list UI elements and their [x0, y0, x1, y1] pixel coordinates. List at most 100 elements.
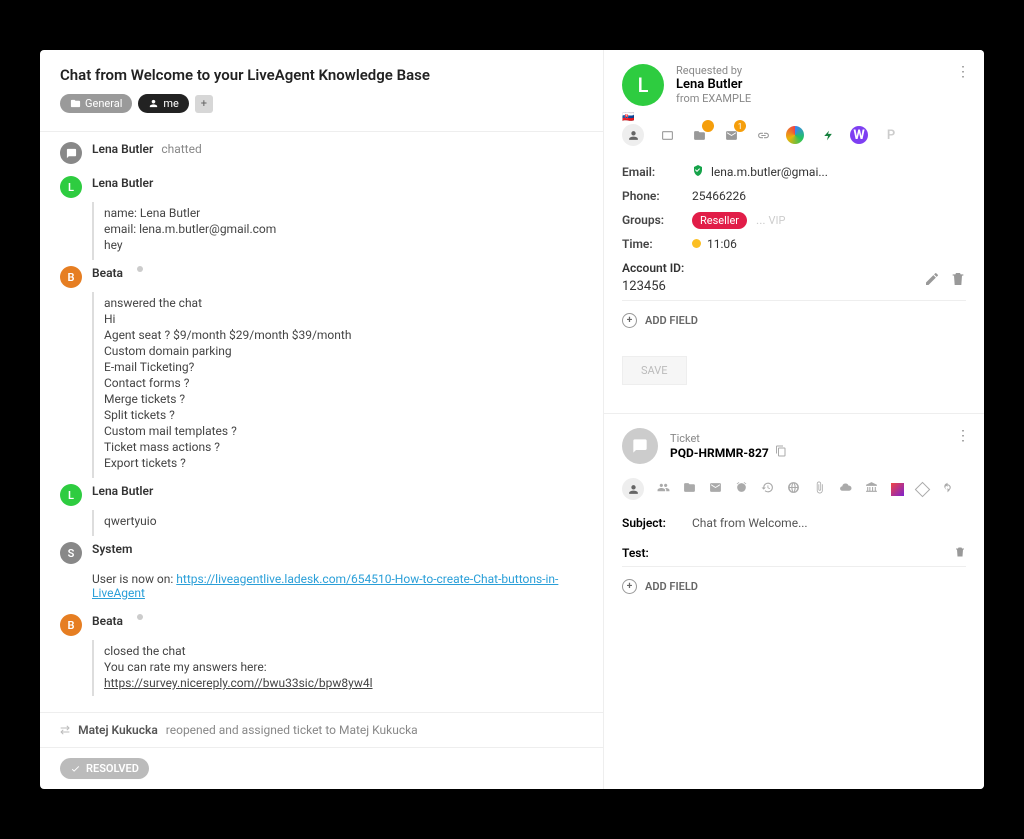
chat-icon [632, 438, 648, 454]
requester-from: from EXAMPLE [676, 92, 751, 105]
message-line: Custom domain parking [104, 344, 583, 358]
avatar-beata: B [60, 614, 82, 636]
system-line: User is now on: https://liveagentlive.la… [92, 572, 583, 600]
account-field: Account ID: 123456 [622, 261, 966, 301]
groups-label: Groups: [622, 213, 692, 227]
shopify-icon[interactable] [818, 126, 836, 144]
tag-me[interactable]: me [138, 94, 188, 113]
phone-value: 25466226 [692, 189, 966, 203]
add-field-button[interactable]: + ADD FIELD [622, 579, 966, 594]
mail-icon[interactable] [709, 481, 722, 498]
group-vip-pill[interactable]: VIP [769, 214, 786, 227]
plus-circle-icon: + [622, 313, 637, 328]
conversation-header: Chat from Welcome to your LiveAgent Know… [40, 50, 603, 125]
message-body: name: Lena Butler email: lena.m.butler@g… [92, 202, 583, 260]
message-body: answered the chat Hi Agent seat ? $9/mon… [92, 292, 583, 478]
message-line: name: Lena Butler [104, 206, 583, 220]
refresh-icon[interactable] [941, 481, 954, 498]
folder-badge-icon[interactable] [690, 126, 708, 144]
folder-icon[interactable] [683, 481, 696, 498]
tag-row: General me + [60, 94, 583, 113]
save-button[interactable]: SAVE [622, 356, 687, 385]
globe-icon[interactable] [787, 481, 800, 498]
test-field: Test: [622, 546, 966, 567]
activity-footer: ⇄ Matej Kukucka reopened and assigned ti… [40, 712, 603, 748]
copy-icon[interactable] [775, 445, 787, 460]
tag-general[interactable]: General [60, 94, 132, 113]
verified-icon [692, 164, 704, 176]
person-icon[interactable] [622, 478, 644, 500]
conversation-body: Lena Butler chatted L Lena Butler name: … [40, 132, 603, 712]
requester-row: L 🇸🇰 Requested by Lena Butler from EXAMP… [622, 64, 966, 106]
flag-icon: 🇸🇰 [622, 112, 634, 123]
mail-badge-icon[interactable]: 1 [722, 126, 740, 144]
message-line: hey [104, 238, 583, 252]
time-dot-icon [692, 239, 701, 248]
message-line: Ticket mass actions ? [104, 440, 583, 454]
phone-label: Phone: [622, 189, 692, 203]
add-field-label: ADD FIELD [645, 314, 698, 327]
chat-icon [66, 148, 77, 159]
message-row: L Lena Butler [60, 176, 583, 198]
color-square-icon[interactable] [891, 483, 904, 496]
alarm-icon[interactable] [735, 481, 748, 498]
more-menu-icon[interactable]: ⋮ [956, 428, 970, 444]
brand-circle-icon[interactable] [786, 126, 804, 144]
group-reseller-pill[interactable]: Reseller [692, 212, 747, 229]
survey-link[interactable]: https://survey.nicereply.com//bwu33sic/b… [104, 676, 373, 690]
check-icon [70, 763, 81, 774]
add-field-label: ADD FIELD [645, 580, 698, 593]
resolved-badge[interactable]: RESOLVED [60, 758, 149, 779]
subject-value: Chat from Welcome... [692, 516, 808, 530]
delete-icon[interactable] [950, 271, 966, 291]
brand-p-icon[interactable]: P [882, 126, 900, 144]
edit-icon[interactable] [924, 271, 940, 291]
message-author: Beata [92, 614, 123, 628]
message-line: Export tickets ? [104, 456, 583, 470]
person-tab-icon[interactable] [622, 124, 644, 146]
conversation-pane: Chat from Welcome to your LiveAgent Know… [40, 50, 604, 789]
email-value: lena.m.butler@gmai... [692, 164, 966, 179]
people-icon[interactable] [657, 481, 670, 498]
email-text: lena.m.butler@gmai... [711, 165, 828, 179]
message-line: Hi [104, 312, 583, 326]
message-line: E-mail Ticketing? [104, 360, 583, 374]
cloud-icon[interactable] [839, 481, 852, 498]
requester-text: Requested by Lena Butler from EXAMPLE [676, 64, 751, 105]
add-field-button[interactable]: + ADD FIELD [622, 313, 966, 328]
tag-me-label: me [163, 97, 178, 110]
requested-by-label: Requested by [676, 64, 751, 77]
delete-icon[interactable] [954, 546, 966, 561]
message-author: Beata [92, 266, 123, 280]
system-prefix: User is now on: [92, 572, 173, 586]
chat-author: Lena Butler [92, 142, 153, 156]
chat-action: chatted [161, 142, 201, 156]
window-icon[interactable] [658, 126, 676, 144]
message-author: Lena Butler [92, 176, 153, 190]
add-tag-button[interactable]: + [195, 95, 213, 113]
message-line: You can rate my answers here: [104, 660, 583, 674]
status-dot [137, 614, 143, 620]
ticket-id: PQD-HRMMR-827 [670, 446, 769, 460]
avatar-system: S [60, 542, 82, 564]
message-row: B Beata [60, 266, 583, 288]
link-icon[interactable] [754, 126, 772, 144]
attach-icon[interactable] [813, 481, 826, 498]
message-line: Contact forms ? [104, 376, 583, 390]
email-label: Email: [622, 165, 692, 179]
message-row: B Beata [60, 614, 583, 636]
message-line: Agent seat ? $9/month $29/month $39/mont… [104, 328, 583, 342]
test-label: Test: [622, 546, 692, 560]
message-body: closed the chat You can rate my answers … [92, 640, 583, 696]
message-row: L Lena Butler [60, 484, 583, 506]
bank-icon[interactable] [865, 481, 878, 498]
ticket-header: Ticket PQD-HRMMR-827 [622, 428, 966, 464]
chat-header: Lena Butler chatted [92, 142, 202, 156]
account-value[interactable]: 123456 [622, 279, 966, 294]
time-label: Time: [622, 237, 692, 251]
system-row: S System [60, 542, 583, 564]
diamond-icon[interactable] [915, 481, 931, 497]
brand-w-icon[interactable]: W [850, 126, 868, 144]
history-icon[interactable] [761, 481, 774, 498]
contact-info: Email: lena.m.butler@gmai... Phone: 2546… [622, 164, 966, 251]
